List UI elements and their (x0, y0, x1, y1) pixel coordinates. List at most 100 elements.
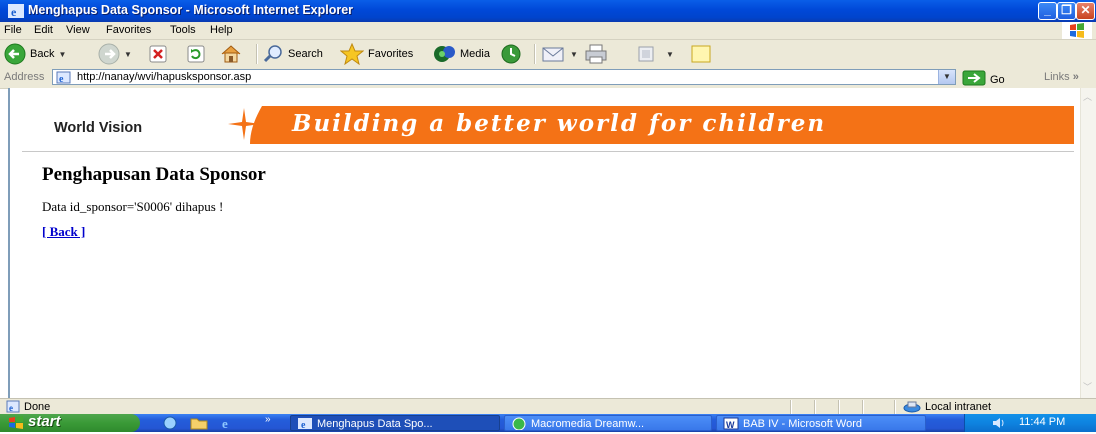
title-bar: e Menghapus Data Sponsor - Microsoft Int… (0, 0, 1096, 22)
messenger-button[interactable] (690, 42, 714, 66)
banner-logo-area: World Vision (34, 106, 264, 144)
refresh-icon (186, 44, 206, 64)
svg-text:e: e (11, 5, 17, 18)
history-button[interactable] (500, 42, 522, 66)
task-label: BAB IV - Microsoft Word (743, 418, 862, 430)
vertical-scrollbar[interactable]: ︿ ﹀ (1080, 88, 1096, 398)
zone-label: Local intranet (925, 401, 992, 413)
go-arrow-icon (962, 70, 986, 89)
clock: 11:44 PM (1019, 416, 1066, 428)
menu-view[interactable]: View (66, 24, 90, 36)
star-icon (340, 43, 364, 65)
links-button[interactable]: Links » (1044, 71, 1079, 83)
home-icon (220, 44, 242, 64)
quicklaunch-more-icon[interactable]: » (265, 414, 271, 425)
forward-dropdown-icon[interactable]: ▼ (124, 50, 132, 59)
task-dreamweaver[interactable]: Macromedia Dreamw... (504, 415, 712, 431)
scroll-up-icon[interactable]: ︿ (1083, 90, 1092, 103)
task-word[interactable]: W BAB IV - Microsoft Word (716, 415, 926, 431)
forward-button[interactable]: ▼ (98, 42, 132, 66)
quicklaunch-ie-icon[interactable]: e (220, 416, 236, 433)
svg-text:e: e (9, 403, 13, 413)
scroll-down-icon[interactable]: ﹀ (1083, 380, 1092, 393)
edit-dropdown-icon[interactable]: ▼ (666, 50, 674, 59)
world-vision-logo: World Vision (54, 120, 143, 136)
refresh-button[interactable] (186, 42, 206, 66)
task-internet-explorer[interactable]: e Menghapus Data Spo... (290, 415, 500, 431)
toolbar: Back ▼ ▼ Search Favorites Media ▼ ▼ (0, 40, 1096, 69)
go-button[interactable]: Go (962, 70, 1005, 89)
favorites-button[interactable]: Favorites (340, 42, 413, 66)
status-divider (894, 400, 896, 414)
quicklaunch-folder-icon[interactable] (190, 416, 208, 433)
search-label: Search (288, 48, 323, 60)
window-title: Menghapus Data Sponsor - Microsoft Inter… (28, 3, 354, 17)
task-label: Macromedia Dreamw... (531, 418, 645, 430)
maximize-button[interactable]: ❐ (1057, 2, 1076, 20)
home-button[interactable] (220, 42, 242, 66)
taskbar: start e » e Menghapus Data Spo... Macrom… (0, 413, 1096, 434)
menu-help[interactable]: Help (210, 24, 233, 36)
menu-file[interactable]: File (4, 24, 22, 36)
svg-text:e: e (59, 74, 64, 84)
media-button[interactable]: Media (432, 42, 490, 66)
edit-button[interactable]: ▼ (636, 42, 674, 66)
back-button[interactable]: Back ▼ (4, 42, 66, 66)
status-divider (814, 400, 816, 414)
page-heading: Penghapusan Data Sponsor (42, 164, 266, 185)
menu-bar: File Edit View Favorites Tools Help (0, 22, 1096, 40)
search-button[interactable]: Search (262, 42, 323, 66)
edit-page-icon (636, 44, 656, 64)
back-link[interactable]: [ Back ] (42, 224, 85, 240)
back-arrow-icon (4, 43, 26, 65)
close-button[interactable]: ✕ (1076, 2, 1095, 20)
horizontal-rule (22, 151, 1074, 152)
forward-arrow-icon (98, 43, 120, 65)
printer-icon (584, 44, 608, 64)
svg-text:e: e (301, 420, 306, 430)
windows-flag-icon (8, 416, 24, 434)
menu-edit[interactable]: Edit (34, 24, 53, 36)
search-icon (262, 44, 284, 64)
svg-text:e: e (222, 416, 228, 430)
toolbar-separator (256, 44, 258, 64)
menu-favorites[interactable]: Favorites (106, 24, 151, 36)
minimize-button[interactable]: _ (1038, 2, 1057, 20)
media-icon (432, 44, 456, 64)
star-burst-icon (228, 106, 264, 144)
favorites-label: Favorites (368, 48, 414, 60)
media-label: Media (460, 48, 490, 60)
address-label: Address (4, 71, 45, 83)
status-divider (790, 400, 792, 414)
status-bar: e Done Local intranet (0, 398, 1096, 415)
back-label: Back (30, 48, 55, 60)
address-input[interactable]: e http://nanay/wvi/hapusksponsor.asp ▼ (52, 69, 956, 85)
address-bar: Address e http://nanay/wvi/hapusksponsor… (0, 68, 1096, 89)
dreamweaver-task-icon (511, 417, 527, 430)
address-dropdown-icon[interactable]: ▼ (938, 70, 955, 84)
stop-button[interactable] (148, 42, 168, 66)
world-vision-banner: World Vision Building a better world for… (34, 106, 1074, 144)
mail-dropdown-icon[interactable]: ▼ (570, 50, 578, 59)
status-text: Done (24, 401, 51, 413)
status-divider (862, 400, 864, 414)
quicklaunch-media-icon[interactable] (162, 416, 178, 433)
windows-logo-icon (1062, 22, 1092, 39)
back-dropdown-icon[interactable]: ▼ (58, 50, 66, 59)
word-task-icon: W (723, 417, 739, 430)
print-button[interactable] (584, 42, 608, 66)
delete-message: Data id_sponsor='S0006' dihapus ! (42, 199, 224, 214)
stop-icon (148, 44, 168, 64)
mail-icon (542, 45, 566, 63)
links-label: Links (1044, 71, 1070, 83)
volume-icon[interactable] (991, 416, 1007, 433)
start-button[interactable]: start (0, 413, 140, 434)
toolbar-separator (534, 44, 536, 64)
note-icon (690, 44, 714, 64)
page-content: World Vision Building a better world for… (8, 88, 1082, 398)
history-icon (500, 43, 522, 65)
mail-button[interactable]: ▼ (542, 42, 578, 66)
menu-tools[interactable]: Tools (170, 24, 196, 36)
address-url: http://nanay/wvi/hapusksponsor.asp (77, 71, 252, 83)
ie-icon: e (8, 4, 24, 19)
